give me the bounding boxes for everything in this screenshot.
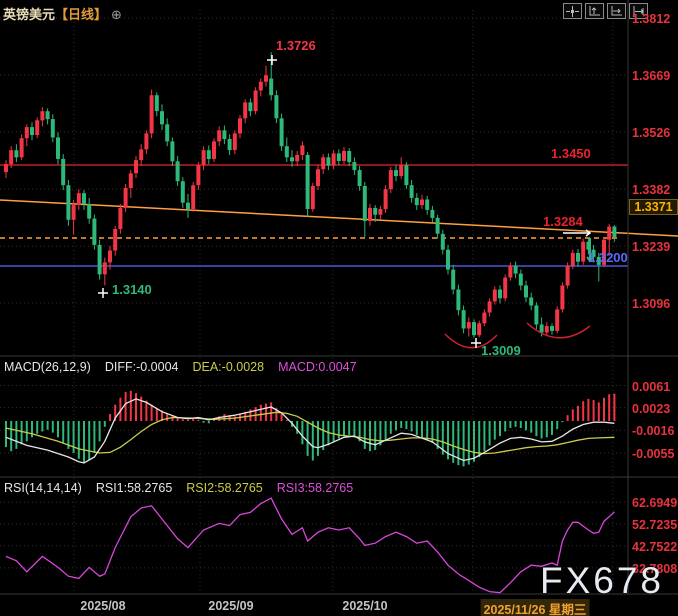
trendline-level-label[interactable]: 1.3284 (543, 215, 583, 228)
macd-axis-label: 0.0061 (632, 380, 676, 394)
swing-low1-label: 1.3140 (112, 283, 152, 296)
macd-hist-value: MACD:0.0047 (278, 360, 357, 374)
add-indicator-icon[interactable]: ⊕ (111, 7, 122, 22)
timeframe-label[interactable]: 【日线】 (55, 7, 107, 22)
price-axis-label: 1.3812 (632, 12, 676, 26)
price-axis-label: 1.3239 (632, 240, 676, 254)
date-axis-label: 2025/09 (208, 599, 253, 613)
fx678-watermark: FX678 (540, 560, 664, 602)
macd-axis-label: 0.0023 (632, 402, 676, 416)
chart-canvas[interactable] (0, 0, 678, 616)
rsi-axis-label: 62.6949 (632, 496, 676, 510)
price-axis-label: 1.3382 (632, 183, 676, 197)
macd-axis-label: -0.0055 (632, 447, 676, 461)
macd-legend: MACD(26,12,9) DIFF:-0.0004 DEA:-0.0028 MACD… (4, 360, 371, 374)
macd-axis-label: -0.0016 (632, 424, 676, 438)
macd-diff-value: DIFF:-0.0004 (105, 360, 179, 374)
trading-chart-window: 英镑美元【日线】 ⊕ 1.3726 1.3140 1.3009 1.3450 1.… (0, 0, 678, 616)
chart-header: 英镑美元【日线】 ⊕ (3, 4, 122, 23)
rsi-legend: RSI(14,14,14) RSI1:58.2765 RSI2:58.2765 RSI… (4, 481, 367, 495)
rsi2-value: RSI2:58.2765 (186, 481, 262, 495)
swing-low2-label: 1.3009 (481, 344, 521, 357)
price-axis-label: 1.3096 (632, 297, 676, 311)
rsi3-value: RSI3:58.2765 (277, 481, 353, 495)
price-axis-label: 1.3669 (632, 69, 676, 83)
fit-horizontal-axis-icon[interactable] (607, 3, 626, 19)
support-level-label[interactable]: 1.3200 (588, 251, 628, 264)
resistance-level-label[interactable]: 1.3450 (551, 147, 591, 160)
crosshair-tool-icon[interactable] (563, 3, 582, 19)
rsi-axis-label: 42.7522 (632, 540, 676, 554)
rsi-title[interactable]: RSI(14,14,14) (4, 481, 82, 495)
macd-dea-value: DEA:-0.0028 (192, 360, 264, 374)
fit-vertical-axis-icon[interactable] (585, 3, 604, 19)
rsi-axis-label: 52.7235 (632, 518, 676, 532)
date-axis-label: 2025/10 (342, 599, 387, 613)
rsi1-value: RSI1:58.2765 (96, 481, 172, 495)
symbol-title: 英镑美元 (3, 7, 55, 22)
date-axis-label: 2025/08 (80, 599, 125, 613)
swing-high-label: 1.3726 (276, 39, 316, 52)
price-axis-label: 1.3526 (632, 126, 676, 140)
current-price-tag: 1.3371 (629, 199, 678, 215)
macd-title[interactable]: MACD(26,12,9) (4, 360, 91, 374)
